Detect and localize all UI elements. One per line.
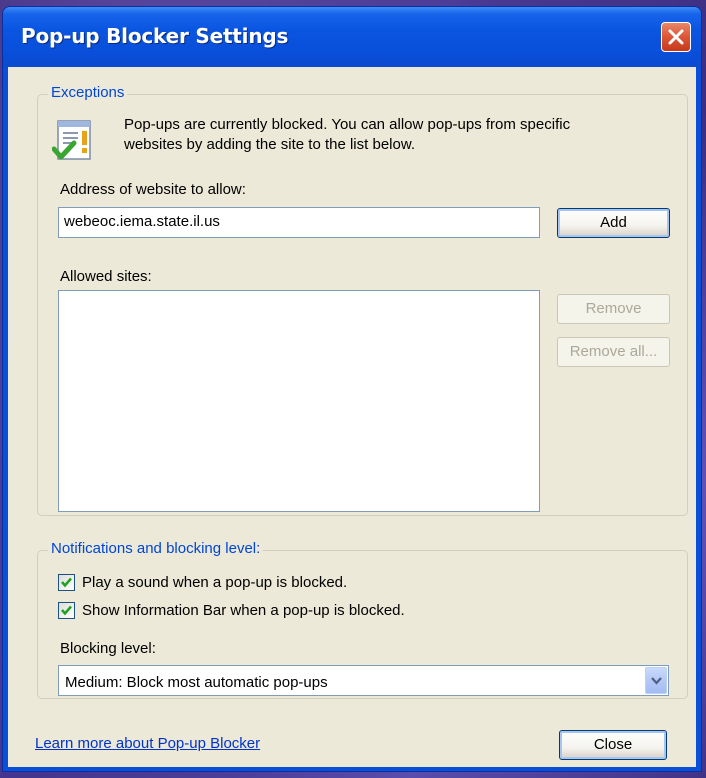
checkmark-icon	[61, 605, 72, 616]
close-icon	[668, 29, 684, 45]
exceptions-description-line1: Pop-ups are currently blocked. You can a…	[124, 116, 571, 133]
notifications-group-title: Notifications and blocking level:	[48, 540, 264, 557]
window-title: Pop-up Blocker Settings	[21, 24, 289, 48]
checkmark-icon	[61, 577, 72, 588]
blocking-level-dropdown-button[interactable]	[645, 667, 667, 694]
exceptions-description-line2: websites by adding the site to the list …	[124, 136, 416, 153]
blocking-level-label: Blocking level:	[60, 640, 156, 657]
info-bar-label[interactable]: Show Information Bar when a pop-up is bl…	[82, 602, 405, 619]
close-button[interactable]: Close	[559, 730, 667, 760]
title-bar[interactable]: Pop-up Blocker Settings	[3, 7, 701, 67]
popup-blocker-dialog: Pop-up Blocker Settings Exceptions Pop-u…	[2, 6, 702, 772]
dialog-body: Exceptions Pop-ups are currently blocked…	[8, 67, 696, 767]
remove-button[interactable]: Remove	[557, 294, 670, 324]
address-label: Address of website to allow:	[60, 181, 246, 198]
address-input-value: webeoc.iema.state.il.us	[64, 213, 220, 230]
play-sound-checkbox[interactable]	[58, 574, 75, 591]
exceptions-group-title: Exceptions	[48, 84, 128, 101]
chevron-down-icon	[651, 677, 662, 685]
allowed-sites-list[interactable]	[58, 290, 540, 512]
blocking-level-select[interactable]: Medium: Block most automatic pop-ups	[58, 665, 669, 696]
info-bar-checkbox[interactable]	[58, 602, 75, 619]
blocking-level-value: Medium: Block most automatic pop-ups	[65, 674, 328, 691]
learn-more-link[interactable]: Learn more about Pop-up Blocker	[35, 735, 260, 752]
address-input[interactable]: webeoc.iema.state.il.us	[58, 207, 540, 238]
document-warning-check-icon	[51, 117, 100, 165]
play-sound-label[interactable]: Play a sound when a pop-up is blocked.	[82, 574, 347, 591]
allowed-sites-label: Allowed sites:	[60, 268, 152, 285]
notifications-group: Notifications and blocking level: Play a…	[37, 540, 688, 699]
remove-all-button[interactable]: Remove all...	[557, 337, 670, 367]
add-button[interactable]: Add	[557, 208, 670, 238]
window-close-button[interactable]	[661, 22, 691, 52]
exceptions-group: Exceptions Pop-ups are currently blocked…	[37, 84, 688, 516]
